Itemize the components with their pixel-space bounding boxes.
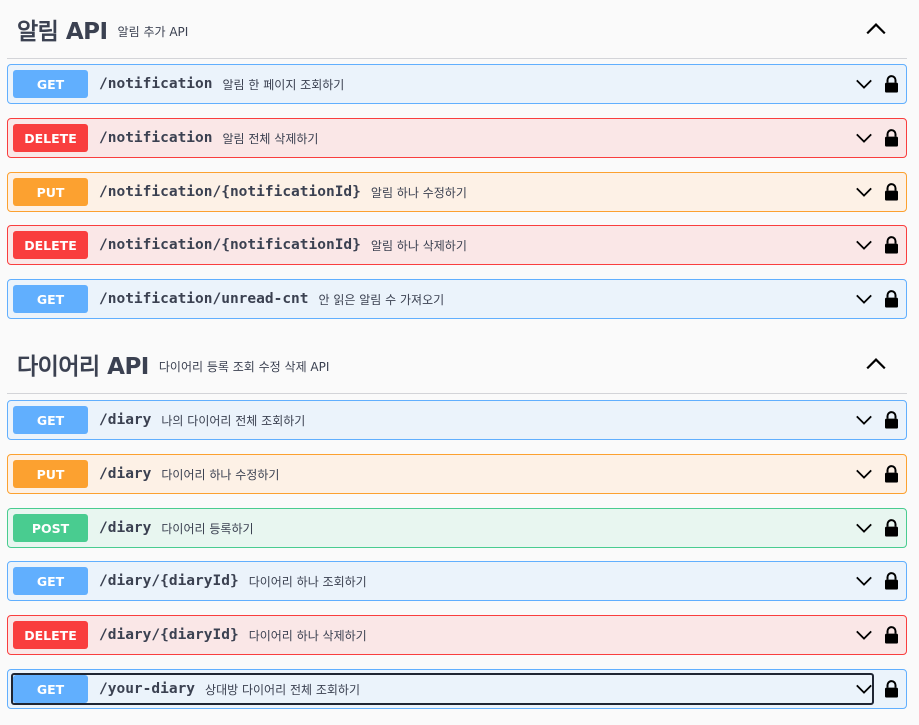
operation-path: /notification bbox=[99, 76, 213, 92]
section-header-notification[interactable]: 알림 API 알림 추가 API bbox=[7, 0, 907, 59]
chevron-up-icon[interactable] bbox=[865, 18, 887, 40]
operation-summary: 다이어리 등록하기 bbox=[161, 521, 254, 536]
chevron-down-icon[interactable] bbox=[855, 236, 873, 254]
lock-icon[interactable] bbox=[884, 236, 899, 254]
method-badge: PUT bbox=[13, 460, 88, 488]
operation-summary: 나의 다이어리 전체 조회하기 bbox=[161, 413, 306, 428]
operation-summary: 알림 하나 삭제하기 bbox=[370, 238, 467, 253]
method-badge: GET bbox=[13, 406, 88, 434]
operation-path: /your-diary bbox=[99, 681, 196, 697]
chevron-down-icon[interactable] bbox=[855, 572, 873, 590]
operation-get-notification[interactable]: GET /notification 알림 한 페이지 조회하기 bbox=[7, 64, 907, 104]
operation-get-unread-cnt[interactable]: GET /notification/unread-cnt 안 읽은 알림 수 가… bbox=[7, 279, 907, 319]
operation-post-diary[interactable]: POST /diary 다이어리 등록하기 bbox=[7, 508, 907, 548]
chevron-down-icon[interactable] bbox=[855, 680, 873, 698]
lock-icon[interactable] bbox=[884, 75, 899, 93]
chevron-down-icon[interactable] bbox=[855, 465, 873, 483]
operation-path: /diary/{diaryId} bbox=[99, 627, 239, 643]
operation-delete-notification-id[interactable]: DELETE /notification/{notificationId} 알림… bbox=[7, 225, 907, 265]
section-header-diary[interactable]: 다이어리 API 다이어리 등록 조회 수정 삭제 API bbox=[7, 335, 907, 394]
method-badge: POST bbox=[13, 514, 88, 542]
lock-icon[interactable] bbox=[884, 129, 899, 147]
operation-summary: 알림 전체 삭제하기 bbox=[222, 131, 319, 146]
lock-icon[interactable] bbox=[884, 465, 899, 483]
chevron-down-icon[interactable] bbox=[855, 411, 873, 429]
operation-summary: 다이어리 하나 삭제하기 bbox=[248, 628, 367, 643]
section-description: 다이어리 등록 조회 수정 삭제 API bbox=[158, 359, 330, 374]
operation-get-diary[interactable]: GET /diary 나의 다이어리 전체 조회하기 bbox=[7, 400, 907, 440]
lock-icon[interactable] bbox=[884, 626, 899, 644]
chevron-down-icon[interactable] bbox=[855, 626, 873, 644]
operation-path: /diary bbox=[99, 412, 152, 428]
method-badge: DELETE bbox=[13, 231, 88, 259]
section-title: 알림 API bbox=[17, 19, 108, 45]
operation-get-your-diary[interactable]: GET /your-diary 상대방 다이어리 전체 조회하기 bbox=[7, 669, 907, 709]
section-title: 다이어리 API bbox=[17, 354, 149, 380]
operation-path: /notification bbox=[99, 130, 213, 146]
section-description: 알림 추가 API bbox=[117, 24, 189, 39]
operation-get-diary-id[interactable]: GET /diary/{diaryId} 다이어리 하나 조회하기 bbox=[7, 561, 907, 601]
operation-path: /diary bbox=[99, 520, 152, 536]
lock-icon[interactable] bbox=[884, 572, 899, 590]
operation-path: /notification/{notificationId} bbox=[99, 184, 361, 200]
operation-path: /diary/{diaryId} bbox=[99, 573, 239, 589]
chevron-down-icon[interactable] bbox=[855, 519, 873, 537]
chevron-down-icon[interactable] bbox=[855, 290, 873, 308]
operation-path: /diary bbox=[99, 466, 152, 482]
method-badge: PUT bbox=[13, 178, 88, 206]
operation-summary: 다이어리 하나 조회하기 bbox=[248, 574, 367, 589]
chevron-down-icon[interactable] bbox=[855, 75, 873, 93]
operation-summary: 다이어리 하나 수정하기 bbox=[161, 467, 280, 482]
lock-icon[interactable] bbox=[884, 680, 899, 698]
method-badge: DELETE bbox=[13, 621, 88, 649]
lock-icon[interactable] bbox=[884, 519, 899, 537]
chevron-up-icon[interactable] bbox=[865, 353, 887, 375]
operation-delete-diary-id[interactable]: DELETE /diary/{diaryId} 다이어리 하나 삭제하기 bbox=[7, 615, 907, 655]
operation-delete-notification[interactable]: DELETE /notification 알림 전체 삭제하기 bbox=[7, 118, 907, 158]
operation-path: /notification/{notificationId} bbox=[99, 237, 361, 253]
operation-summary: 안 읽은 알림 수 가져오기 bbox=[318, 292, 445, 307]
chevron-down-icon[interactable] bbox=[855, 183, 873, 201]
operation-summary: 알림 하나 수정하기 bbox=[370, 185, 467, 200]
method-badge: GET bbox=[13, 70, 88, 98]
method-badge: DELETE bbox=[13, 124, 88, 152]
lock-icon[interactable] bbox=[884, 183, 899, 201]
method-badge: GET bbox=[13, 567, 88, 595]
method-badge: GET bbox=[13, 285, 88, 313]
operation-summary: 알림 한 페이지 조회하기 bbox=[222, 77, 345, 92]
operation-path: /notification/unread-cnt bbox=[99, 291, 309, 307]
method-badge: GET bbox=[13, 675, 88, 703]
chevron-down-icon[interactable] bbox=[855, 129, 873, 147]
operation-put-diary[interactable]: PUT /diary 다이어리 하나 수정하기 bbox=[7, 454, 907, 494]
operation-put-notification-id[interactable]: PUT /notification/{notificationId} 알림 하나… bbox=[7, 172, 907, 212]
lock-icon[interactable] bbox=[884, 411, 899, 429]
lock-icon[interactable] bbox=[884, 290, 899, 308]
operation-summary: 상대방 다이어리 전체 조회하기 bbox=[205, 682, 360, 697]
